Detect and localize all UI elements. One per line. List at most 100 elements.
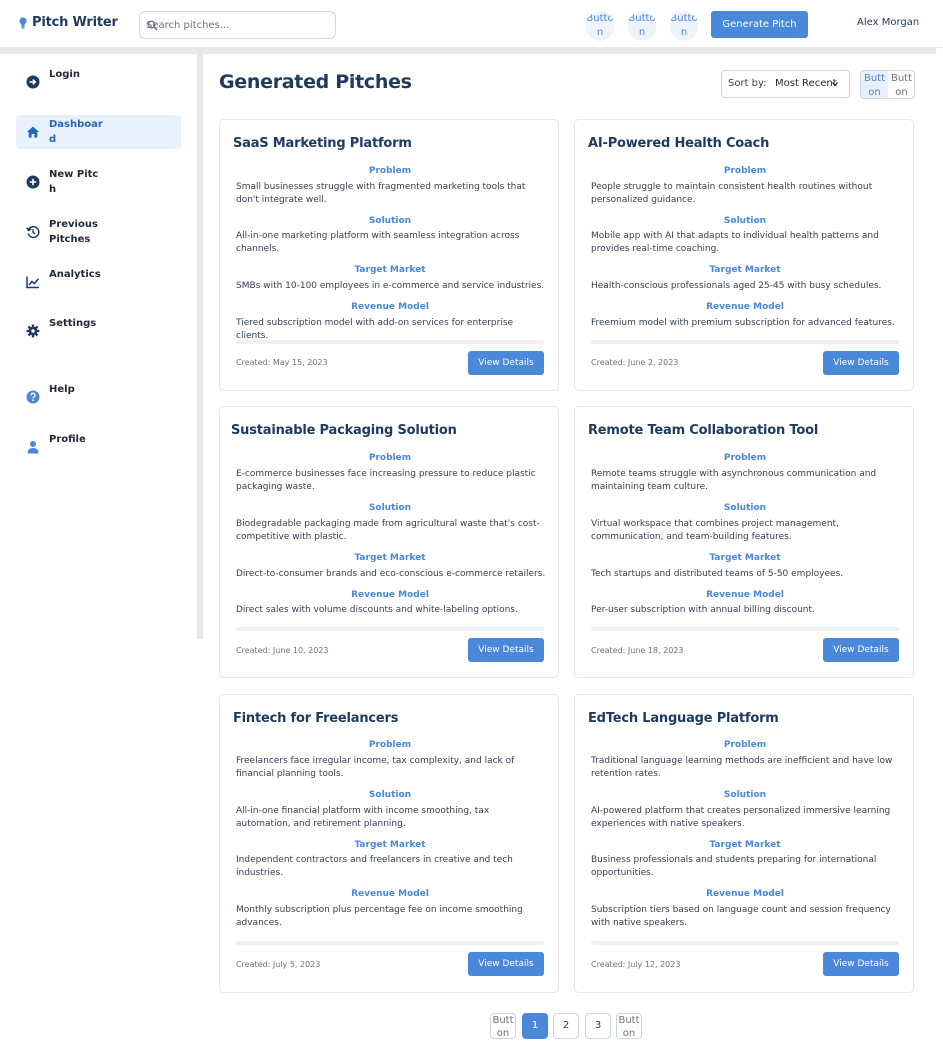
pitch-title: EdTech Language Platform — [588, 711, 779, 726]
pagination-prev-button[interactable]: Button — [490, 1013, 516, 1039]
problem-text: Small businesses struggle with fragmente… — [236, 182, 526, 205]
view-details-button[interactable]: View Details — [823, 952, 899, 976]
target-market-heading: Target Market — [354, 840, 426, 850]
sidebar-item-help[interactable]: Help — [16, 380, 181, 414]
solution-heading: Solution — [723, 790, 767, 800]
brand[interactable]: Pitch Writer — [18, 15, 118, 30]
header-icon-button-1[interactable]: Button — [586, 11, 614, 41]
revenue-model-text: Per-user subscription with annual billin… — [591, 605, 815, 615]
chevron-down-icon — [832, 82, 838, 87]
pitch-card: Sustainable Packaging Solution Problem E… — [219, 406, 559, 678]
list-view-button[interactable]: Button — [888, 71, 914, 98]
created-date: Created: May 15, 2023 — [236, 358, 328, 367]
revenue-model-heading: Revenue Model — [351, 302, 429, 312]
problem-text: E-commerce businesses face increasing pr… — [236, 469, 536, 492]
plus-circle-icon — [26, 175, 40, 189]
pitch-title: Remote Team Collaboration Tool — [588, 423, 819, 438]
target-market-heading: Target Market — [709, 553, 781, 563]
grid-view-button[interactable]: Button — [861, 71, 888, 98]
sidebar-item-label: Login — [49, 69, 80, 80]
card-divider — [236, 941, 544, 945]
problem-text: Traditional language learning methods ar… — [591, 756, 893, 779]
created-date: Created: June 2, 2023 — [591, 358, 679, 367]
solution-text: All-in-one financial platform with incom… — [236, 806, 490, 829]
target-market-heading: Target Market — [354, 265, 426, 275]
header-icon-button-2[interactable]: Button — [628, 11, 656, 41]
search-box[interactable] — [139, 11, 336, 39]
revenue-model-text: Freemium model with premium subscription… — [591, 318, 895, 328]
card-divider — [236, 627, 544, 631]
pitch-title: SaaS Marketing Platform — [233, 136, 412, 151]
target-market-heading: Target Market — [354, 553, 426, 563]
sidebar-item-label: Help — [49, 384, 75, 395]
problem-heading: Problem — [723, 453, 767, 463]
generate-pitch-button[interactable]: Generate Pitch — [711, 11, 808, 38]
sidebar-item-label: Analytics — [49, 269, 101, 280]
pagination-page-1[interactable]: 1 — [522, 1013, 548, 1039]
sidebar-item-login[interactable]: Login — [16, 65, 181, 99]
sidebar-item-label: Dashboard — [49, 119, 103, 145]
revenue-model-text: Subscription tiers based on language cou… — [591, 905, 891, 928]
created-date: Created: July 5, 2023 — [236, 960, 321, 969]
sort-label: Sort by: — [728, 78, 767, 89]
sidebar-item-new-pitch[interactable]: New Pitch — [16, 165, 181, 199]
pagination-page-2[interactable]: 2 — [553, 1013, 579, 1039]
history-icon — [26, 225, 40, 239]
target-market-heading: Target Market — [709, 265, 781, 275]
view-details-button[interactable]: View Details — [468, 952, 544, 976]
revenue-model-heading: Revenue Model — [706, 590, 784, 600]
target-market-text: Health-conscious professionals aged 25-4… — [591, 281, 882, 291]
card-divider — [591, 941, 899, 945]
view-details-button[interactable]: View Details — [823, 351, 899, 375]
sidebar-item-analytics[interactable]: Analytics — [16, 265, 181, 299]
sidebar-item-dashboard[interactable]: Dashboard — [16, 115, 181, 149]
sidebar-item-previous-pitches[interactable]: Previous Pitches — [16, 215, 181, 249]
question-circle-icon — [26, 390, 40, 404]
target-market-heading: Target Market — [709, 840, 781, 850]
user-name[interactable]: Alex Morgan — [857, 17, 919, 28]
sidebar-item-label: Settings — [49, 318, 97, 329]
solution-heading: Solution — [723, 216, 767, 226]
problem-heading: Problem — [368, 453, 412, 463]
view-details-button[interactable]: View Details — [468, 351, 544, 375]
pagination-next-button[interactable]: Button — [616, 1013, 642, 1039]
target-market-text: Business professionals and students prep… — [591, 855, 877, 878]
sidebar-item-label: New Pitch — [49, 169, 99, 195]
problem-heading: Problem — [368, 166, 412, 176]
created-date: Created: June 18, 2023 — [591, 646, 684, 655]
revenue-model-heading: Revenue Model — [351, 590, 429, 600]
search-input[interactable] — [146, 16, 332, 34]
solution-text: Virtual workspace that combines project … — [591, 519, 839, 542]
solution-text: All-in-one marketing platform with seaml… — [236, 231, 520, 254]
revenue-model-heading: Revenue Model — [351, 889, 429, 899]
target-market-text: Direct-to-consumer brands and eco-consci… — [236, 569, 546, 579]
solution-heading: Solution — [723, 503, 767, 513]
user-icon — [27, 441, 39, 454]
pagination-page-3[interactable]: 3 — [585, 1013, 611, 1039]
page-title: Generated Pitches — [219, 71, 412, 93]
card-divider — [591, 627, 899, 631]
sidebar-item-profile[interactable]: Profile — [16, 430, 181, 464]
sort-select[interactable]: Sort by: Most Recent — [721, 70, 850, 98]
problem-text: Freelancers face irregular income, tax c… — [236, 756, 515, 779]
solution-text: AI-powered platform that creates persona… — [591, 806, 891, 829]
gear-icon — [26, 324, 40, 338]
created-date: Created: June 10, 2023 — [236, 646, 329, 655]
header-icon-button-3[interactable]: Button — [670, 11, 698, 41]
view-details-button[interactable]: View Details — [468, 638, 544, 662]
problem-heading: Problem — [368, 740, 412, 750]
pitch-card: Fintech for Freelancers Problem Freelanc… — [219, 694, 559, 993]
login-icon — [26, 75, 40, 89]
problem-text: Remote teams struggle with asynchronous … — [591, 469, 877, 492]
revenue-model-text: Monthly subscription plus percentage fee… — [236, 905, 523, 928]
revenue-model-text: Direct sales with volume discounts and w… — [236, 605, 518, 615]
chart-line-icon — [26, 276, 40, 289]
sidebar-item-label: Previous Pitches — [49, 219, 98, 245]
problem-heading: Problem — [723, 166, 767, 176]
view-details-button[interactable]: View Details — [823, 638, 899, 662]
problem-heading: Problem — [723, 740, 767, 750]
brand-name: Pitch Writer — [32, 15, 118, 30]
sidebar-scrollbar[interactable] — [197, 54, 203, 639]
solution-heading: Solution — [368, 216, 412, 226]
sidebar-item-settings[interactable]: Settings — [16, 314, 181, 348]
